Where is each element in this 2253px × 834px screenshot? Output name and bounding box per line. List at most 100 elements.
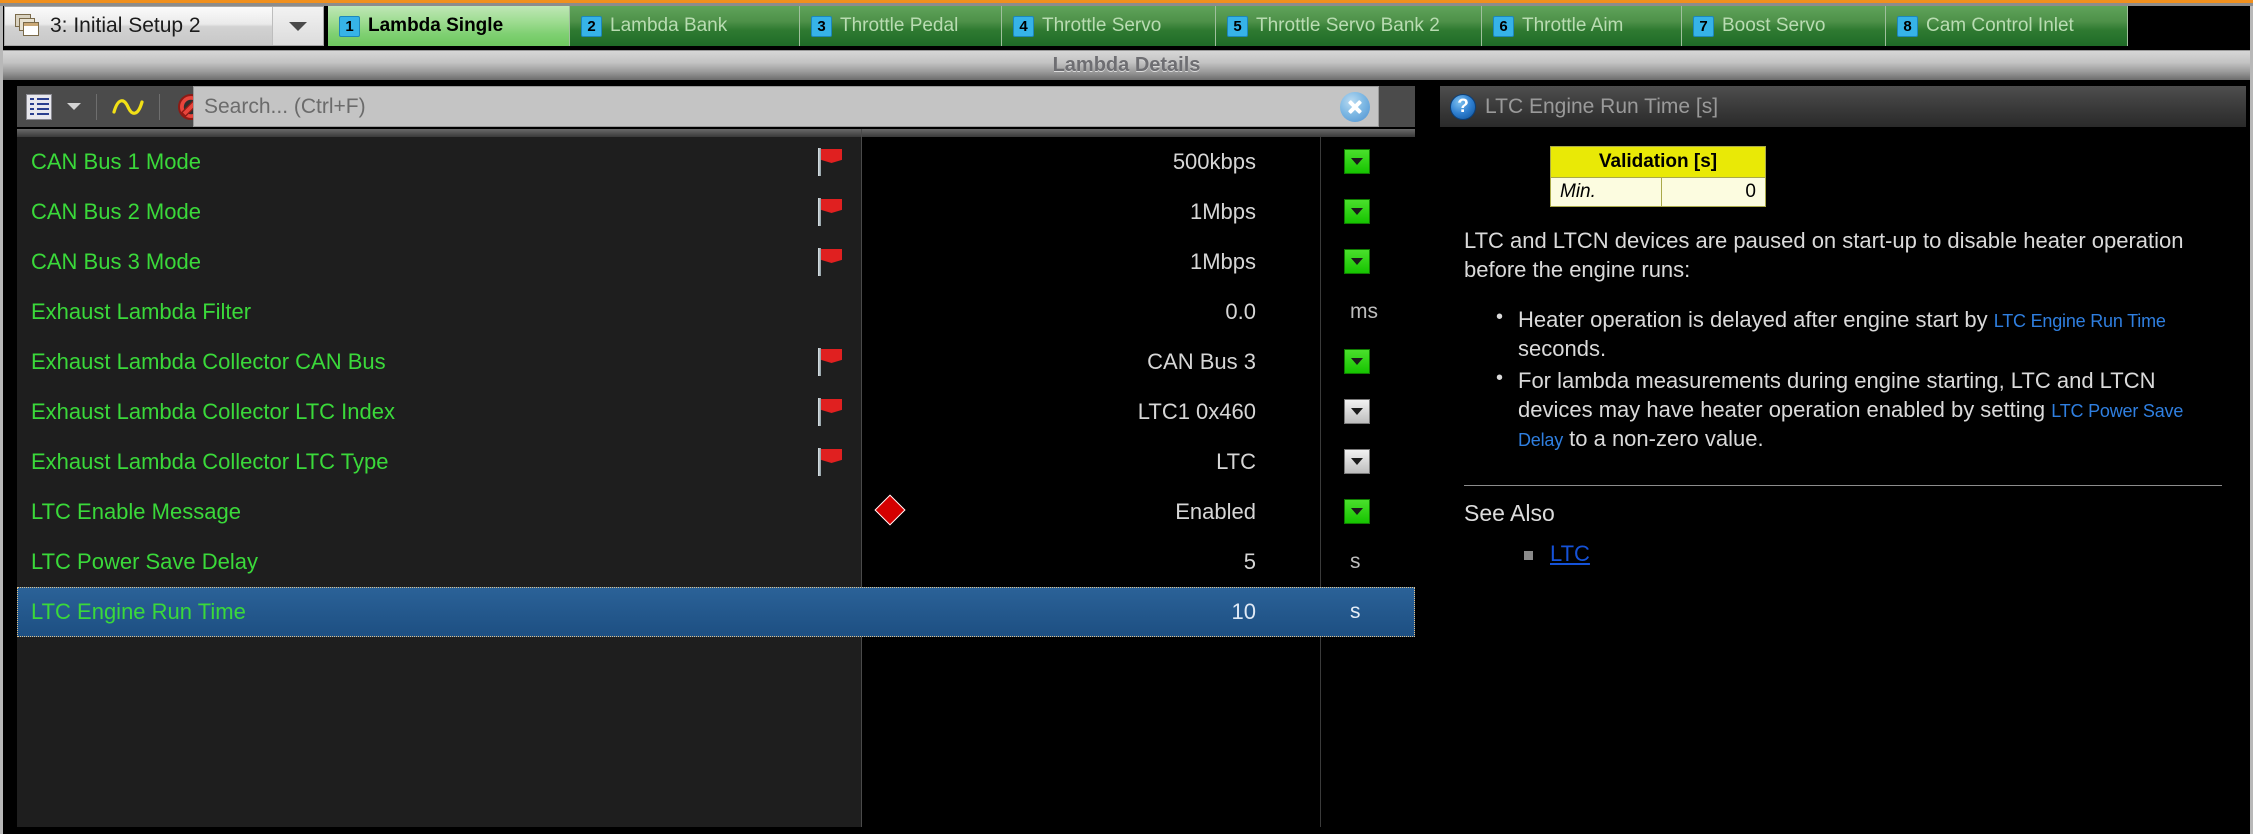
tab-label: Lambda Bank <box>610 15 728 36</box>
tab-throttle-aim[interactable]: 6 Throttle Aim <box>1482 6 1682 46</box>
sine-wave-button[interactable] <box>106 88 150 125</box>
help-divider <box>1464 485 2222 487</box>
tab-number-badge: 4 <box>1013 15 1034 37</box>
tab-label: Lambda Single <box>368 15 504 36</box>
list-view-button[interactable] <box>17 88 61 125</box>
project-selector[interactable]: 3: Initial Setup 2 <box>4 6 324 46</box>
windows-stack-icon <box>15 14 41 38</box>
parameter-name: Exhaust Lambda Collector LTC Index <box>31 399 395 424</box>
parameter-row[interactable]: LTC Power Save Delay 5 s <box>17 537 1415 587</box>
project-selector-dropdown[interactable] <box>272 7 323 45</box>
parameter-row[interactable]: CAN Bus 3 Mode 1Mbps <box>17 237 1415 287</box>
parameter-row[interactable]: CAN Bus 2 Mode 1Mbps <box>17 187 1415 237</box>
tab-cam-control-inlet[interactable]: 8 Cam Control Inlet <box>1886 6 2128 46</box>
validation-value: 0 <box>1661 177 1766 207</box>
tab-label: Cam Control Inlet <box>1926 15 2074 36</box>
tab-strip: 1 Lambda Single 2 Lambda Bank 3 Throttle Peda… <box>328 6 2253 46</box>
parameter-value[interactable]: LTC1 0x460 <box>1138 387 1256 437</box>
see-also-item: LTC <box>1524 541 2246 567</box>
help-bullet-item: Heater operation is delayed after engine… <box>1496 304 2222 363</box>
parameter-dropdown-button[interactable] <box>1344 199 1370 224</box>
tab-number-badge: 2 <box>581 15 602 37</box>
parameter-value[interactable]: 1Mbps <box>1190 187 1256 237</box>
parameter-dropdown-button[interactable] <box>1344 449 1370 474</box>
parameter-unit: ms <box>1350 300 1378 323</box>
see-also-link[interactable]: LTC <box>1550 541 1590 566</box>
parameter-value[interactable]: 10 <box>1232 587 1256 637</box>
tab-lambda-single[interactable]: 1 Lambda Single <box>328 6 570 46</box>
tab-throttle-servo-bank-2[interactable]: 5 Throttle Servo Bank 2 <box>1216 6 1482 46</box>
tab-number-badge: 7 <box>1693 15 1714 37</box>
parameter-value[interactable]: Enabled <box>1175 487 1256 537</box>
chevron-down-icon <box>1351 358 1363 365</box>
tab-bar: 3: Initial Setup 2 1 Lambda Single 2 Lambda… <box>0 6 2253 46</box>
parameter-value[interactable]: CAN Bus 3 <box>1147 337 1256 387</box>
chevron-down-icon <box>1351 158 1363 165</box>
help-bullet-text: seconds. <box>1518 335 1607 361</box>
chevron-down-icon <box>1351 508 1363 515</box>
parameter-row[interactable]: LTC Engine Run Time 10 s <box>17 587 1415 637</box>
tab-throttle-pedal[interactable]: 3 Throttle Pedal <box>800 6 1002 46</box>
validation-row: Min. 0 <box>1550 177 1766 207</box>
search-placeholder: Search... (Ctrl+F) <box>204 94 366 118</box>
help-bullet-text: to a non-zero value. <box>1563 425 1764 451</box>
list-view-icon <box>26 93 52 120</box>
parameter-value[interactable]: LTC <box>1216 437 1256 487</box>
parameter-name: Exhaust Lambda Filter <box>31 299 252 324</box>
panel-title: Lambda Details <box>1052 54 1201 76</box>
parameter-pane: ≠ Search... (Ctrl+F) CAN Bus 1 Mode500kb… <box>3 80 1427 831</box>
clear-circle-x-icon[interactable] <box>1340 91 1370 122</box>
list-view-dropdown-button[interactable] <box>61 88 87 125</box>
parameter-dropdown-button[interactable] <box>1344 499 1370 524</box>
tab-throttle-servo[interactable]: 4 Throttle Servo <box>1002 6 1216 46</box>
toolbar-separator <box>96 93 97 120</box>
tab-number-badge: 5 <box>1227 15 1248 37</box>
tab-label: Throttle Aim <box>1522 15 1624 36</box>
parameter-value[interactable]: 5 <box>1244 537 1256 587</box>
parameter-row[interactable]: LTC Enable Message Enabled <box>17 487 1415 537</box>
red-diamond-icon <box>874 494 906 526</box>
chevron-down-icon <box>1351 408 1363 415</box>
red-flag-icon <box>817 348 843 376</box>
tab-number-badge: 6 <box>1493 15 1514 37</box>
see-also-title: See Also <box>1464 500 1555 527</box>
help-header: ? LTC Engine Run Time [s] <box>1440 86 2246 127</box>
parameter-name: Exhaust Lambda Collector CAN Bus <box>31 349 386 374</box>
chevron-down-icon <box>1351 458 1363 465</box>
search-input[interactable]: Search... (Ctrl+F) <box>193 86 1379 127</box>
tab-number-badge: 3 <box>811 15 832 37</box>
parameter-name: CAN Bus 1 Mode <box>31 149 201 174</box>
parameter-row[interactable]: Exhaust Lambda Collector LTC Type LTC <box>17 437 1415 487</box>
parameter-value[interactable]: 0.0 <box>1225 287 1256 337</box>
chevron-down-icon <box>1351 258 1363 265</box>
parameter-row[interactable]: Exhaust Lambda Collector LTC Index LTC1 0… <box>17 387 1415 437</box>
panel-title-bar: Lambda Details <box>3 50 2250 80</box>
tab-number-badge: 1 <box>339 15 360 37</box>
parameter-row-list: CAN Bus 1 Mode 500kbps CAN Bus 2 Mode 1Mbps… <box>17 137 1415 637</box>
validation-key: Min. <box>1550 177 1662 207</box>
parameter-dropdown-button[interactable] <box>1344 399 1370 424</box>
chevron-down-icon <box>67 103 81 110</box>
parameter-value[interactable]: 500kbps <box>1173 137 1256 187</box>
red-flag-icon <box>817 398 843 426</box>
red-flag-icon <box>817 248 843 276</box>
parameter-name: LTC Power Save Delay <box>31 549 259 574</box>
parameter-dropdown-button[interactable] <box>1344 149 1370 174</box>
parameter-dropdown-button[interactable] <box>1344 249 1370 274</box>
toolbar-separator <box>159 93 160 120</box>
tab-boost-servo[interactable]: 7 Boost Servo <box>1682 6 1886 46</box>
parameter-row[interactable]: CAN Bus 1 Mode 500kbps <box>17 137 1415 187</box>
help-parameter-link[interactable]: LTC Engine Run Time <box>1994 311 2166 331</box>
parameter-unit: s <box>1350 550 1361 573</box>
parameter-value[interactable]: 1Mbps <box>1190 237 1256 287</box>
parameter-dropdown-button[interactable] <box>1344 349 1370 374</box>
parameter-row[interactable]: Exhaust Lambda Collector CAN Bus CAN Bus … <box>17 337 1415 387</box>
red-flag-icon <box>817 148 843 176</box>
grid-header <box>17 129 1415 137</box>
tab-lambda-bank[interactable]: 2 Lambda Bank <box>570 6 800 46</box>
tab-label: Throttle Servo <box>1042 15 1162 36</box>
tab-label: Throttle Servo Bank 2 <box>1256 15 1440 36</box>
tab-label: Throttle Pedal <box>840 15 959 36</box>
validation-table: Validation [s] Min. 0 <box>1550 146 1766 207</box>
parameter-row[interactable]: Exhaust Lambda Filter 0.0 ms <box>17 287 1415 337</box>
